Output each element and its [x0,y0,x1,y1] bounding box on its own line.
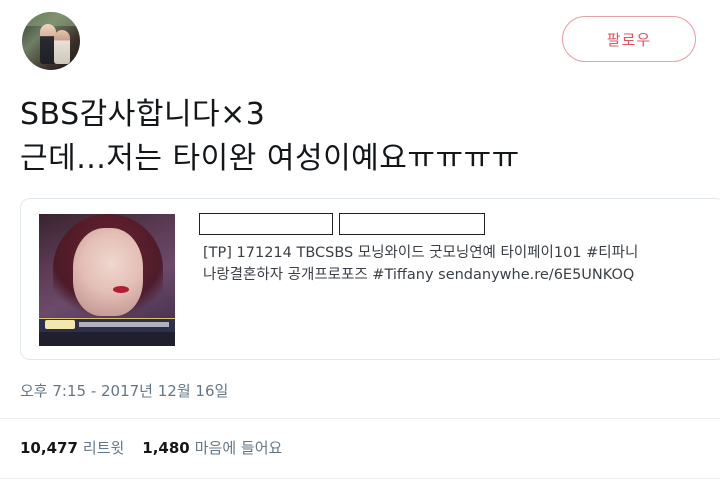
card-description-line-1: [TP] 171214 TBCSBS 모닝와이드 굿모닝연예 타이페이101 #… [203,245,639,261]
tweet-page: 팔로우 SBS감사합니다×3 근데...저는 타이완 여성이예요ㅠㅠㅠㅠ [TP… [0,0,720,480]
card-title-redacted [199,213,485,235]
tweet-stats: 10,477 리트윗 1,480 마음에 들어요 [20,437,282,458]
tweet-text: SBS감사합니다×3 근데...저는 타이완 여성이예요ㅠㅠㅠㅠ [20,93,520,181]
tweet-text-line-1: SBS감사합니다×3 [20,97,266,132]
retweet-label[interactable]: 리트윗 [83,437,124,458]
thumbnail-banner-tag [45,320,75,329]
thumbnail-face [73,228,143,316]
card-description: [TP] 171214 TBCSBS 모닝와이드 굿모닝연예 타이페이101 #… [203,242,718,286]
like-count[interactable]: 1,480 [142,439,189,457]
redacted-box-1 [199,213,333,235]
tweet-text-line-2: 근데...저는 타이완 여성이예요ㅠㅠㅠㅠ [20,141,520,176]
avatar-figure-right [54,30,70,64]
like-label[interactable]: 마음에 들어요 [195,437,283,458]
follow-button[interactable]: 팔로우 [562,16,696,62]
thumbnail-lower-bar [39,332,175,346]
redacted-box-2 [339,213,485,235]
divider [0,418,720,419]
retweet-count[interactable]: 10,477 [20,439,78,457]
link-preview-card[interactable]: [TP] 171214 TBCSBS 모닝와이드 굿모닝연예 타이페이101 #… [20,198,720,360]
user-avatar[interactable] [22,12,80,70]
tweet-timestamp[interactable]: 오후 7:15 - 2017년 12월 16일 [20,380,228,401]
card-description-line-2: 나랑결혼하자 공개프로포즈 #Tiffany sendanywhe.re/6E5… [203,267,635,283]
bottom-divider [0,478,720,479]
card-thumbnail-image [39,214,175,346]
thumbnail-banner-text [79,322,169,327]
thumbnail-lips [113,286,129,293]
